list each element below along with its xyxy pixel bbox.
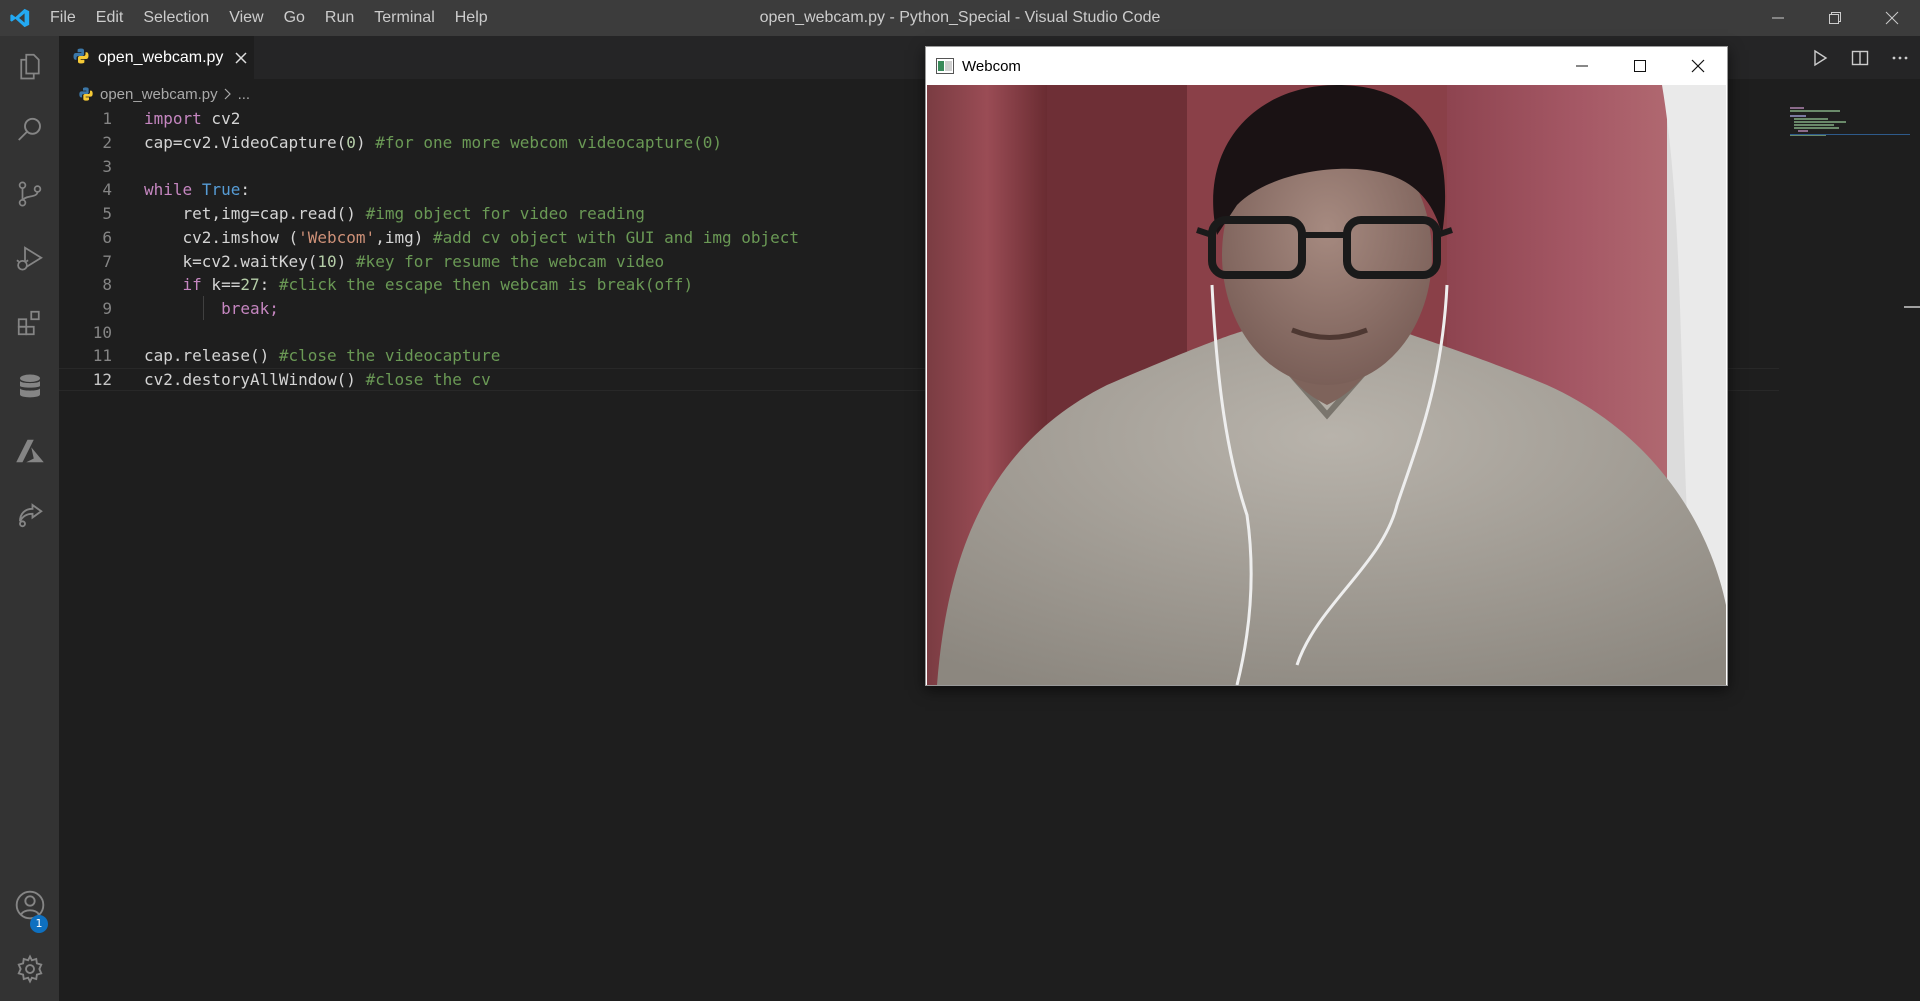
- keyword-token: break: [144, 298, 270, 318]
- source-control-icon[interactable]: [0, 164, 59, 224]
- webcam-minimize-button[interactable]: [1553, 47, 1611, 85]
- title-bar: File Edit Selection View Go Run Terminal…: [0, 0, 1920, 36]
- line-number: 1: [102, 109, 112, 129]
- azure-icon[interactable]: [0, 421, 59, 481]
- line-number: 6: [102, 227, 112, 247]
- accounts-icon[interactable]: 1: [0, 875, 59, 935]
- accounts-badge: 1: [30, 915, 48, 933]
- breadcrumb: open_webcam.py ...: [78, 83, 250, 105]
- vscode-logo-icon: [0, 0, 40, 36]
- code-token: ,img): [375, 227, 433, 247]
- database-icon[interactable]: [0, 357, 59, 417]
- code-token: k==: [201, 275, 241, 295]
- webcam-title-bar[interactable]: Webcom: [926, 47, 1727, 85]
- code-token: ret,img=cap.read(): [144, 204, 366, 224]
- comment-token: #close the videocapture: [278, 346, 501, 366]
- restore-button[interactable]: [1806, 0, 1863, 36]
- builtin-token: True: [201, 180, 241, 200]
- line-number: 2: [102, 133, 112, 153]
- code-token: cv2: [201, 109, 241, 129]
- scrollbar-cursor-marker: [1904, 306, 1920, 308]
- webcam-maximize-button[interactable]: [1611, 47, 1669, 85]
- menu-edit[interactable]: Edit: [86, 0, 134, 36]
- code-token: :: [259, 275, 279, 295]
- code-token: cv2.destoryAllWindow(): [144, 370, 366, 390]
- webcam-window-title: Webcom: [962, 57, 1021, 75]
- comment-token: #key for resume the webcam video: [355, 251, 665, 271]
- explorer-icon[interactable]: [0, 36, 59, 96]
- code-token: cap=cv2.VideoCapture(: [144, 133, 347, 153]
- code-token: cv2.imshow (: [144, 227, 299, 247]
- line-number: 8: [102, 275, 112, 295]
- line-number: 3: [102, 156, 112, 176]
- menu-selection[interactable]: Selection: [133, 0, 219, 36]
- settings-gear-icon[interactable]: [0, 939, 59, 999]
- editor-actions: [1800, 36, 1920, 79]
- window-app-icon: [936, 58, 954, 74]
- breadcrumb-file[interactable]: open_webcam.py: [100, 86, 218, 103]
- code-token: ): [336, 251, 356, 271]
- minimize-button[interactable]: [1749, 0, 1806, 36]
- line-number: 7: [102, 251, 112, 271]
- tab-open-webcam[interactable]: open_webcam.py: [59, 36, 254, 79]
- code-token: ;: [269, 298, 279, 318]
- python-file-icon: [72, 47, 90, 69]
- more-actions-icon[interactable]: [1880, 36, 1920, 79]
- menu-bar: File Edit Selection View Go Run Terminal…: [40, 0, 498, 36]
- tab-label: open_webcam.py: [98, 48, 224, 66]
- line-number: 10: [92, 322, 112, 342]
- number-token: 0: [346, 133, 356, 153]
- webcam-close-button[interactable]: [1669, 47, 1727, 85]
- number-token: 27: [240, 275, 260, 295]
- comment-token: #for one more webcom videocapture(0): [375, 133, 722, 153]
- run-python-file-icon[interactable]: [1800, 36, 1840, 79]
- extensions-icon[interactable]: [0, 293, 59, 353]
- webcam-window[interactable]: Webcom: [925, 46, 1728, 686]
- chevron-right-icon: [224, 88, 232, 100]
- minimap[interactable]: [1790, 107, 1910, 137]
- line-number: 5: [102, 204, 112, 224]
- line-number: 12: [92, 370, 112, 390]
- code-token: k=cv2.waitKey(: [144, 251, 318, 271]
- comment-token: #add cv object with GUI and img object: [432, 227, 800, 247]
- line-number: 4: [102, 180, 112, 200]
- webcam-video-frame: [927, 85, 1726, 685]
- run-debug-icon[interactable]: [0, 229, 59, 289]
- comment-token: #img object for video reading: [365, 204, 645, 224]
- window-controls: [1749, 0, 1920, 36]
- line-number: 11: [92, 346, 112, 366]
- code-token: :: [240, 180, 250, 200]
- number-token: 10: [317, 251, 337, 271]
- keyword-token: import: [144, 109, 202, 129]
- line-number: 9: [102, 298, 112, 318]
- webcam-person-image: [927, 85, 1726, 685]
- keyword-token: if: [144, 275, 202, 295]
- python-file-icon: [78, 86, 94, 102]
- activity-bar: 1: [0, 36, 59, 1001]
- code-token: ): [355, 133, 376, 153]
- menu-view[interactable]: View: [219, 0, 273, 36]
- close-tab-icon[interactable]: [235, 51, 247, 64]
- code-token: cap.release(): [144, 346, 279, 366]
- string-token: 'Webcom': [298, 227, 376, 247]
- menu-help[interactable]: Help: [445, 0, 498, 36]
- live-share-icon[interactable]: [0, 485, 59, 545]
- comment-token: #close the cv: [365, 370, 491, 390]
- menu-file[interactable]: File: [40, 0, 86, 36]
- breadcrumb-more[interactable]: ...: [238, 86, 251, 103]
- menu-run[interactable]: Run: [315, 0, 364, 36]
- webcam-window-controls: [1553, 47, 1727, 85]
- keyword-token: while: [144, 180, 193, 200]
- search-icon[interactable]: [0, 100, 59, 160]
- split-editor-icon[interactable]: [1840, 36, 1880, 79]
- menu-terminal[interactable]: Terminal: [364, 0, 444, 36]
- comment-token: #click the escape then webcam is break(o…: [278, 275, 694, 295]
- close-window-button[interactable]: [1863, 0, 1920, 36]
- menu-go[interactable]: Go: [274, 0, 315, 36]
